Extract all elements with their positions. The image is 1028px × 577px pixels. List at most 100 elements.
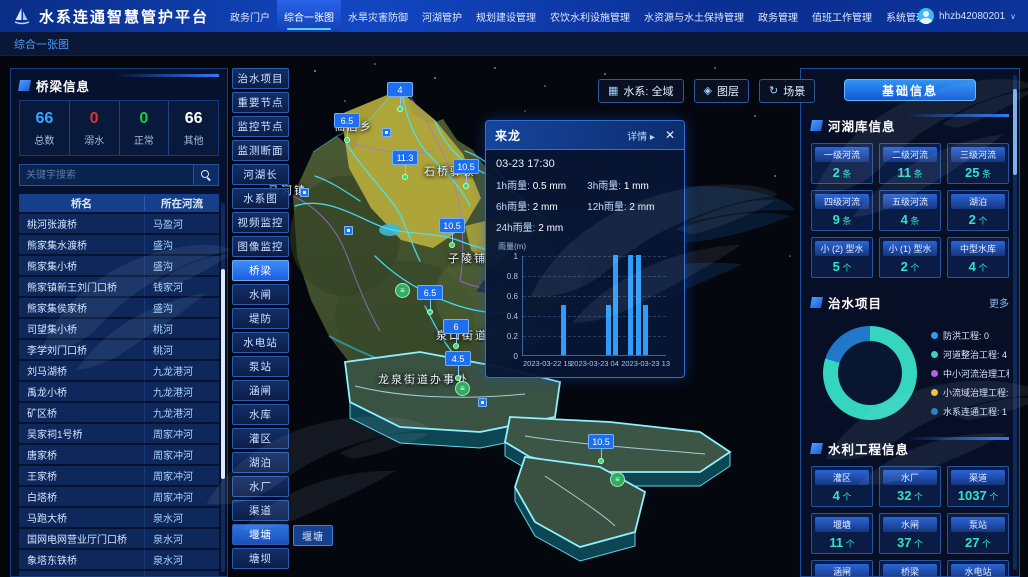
map-badge[interactable]: 6.5 xyxy=(334,113,360,143)
table-row[interactable]: 熊家集小桥盛沟 xyxy=(19,256,219,275)
station-marker[interactable]: ≡ xyxy=(455,381,470,396)
card-value: 11 个 xyxy=(815,535,869,550)
nav-item-2[interactable]: 综合一张图 xyxy=(277,0,341,32)
badge-value: 11.3 xyxy=(392,150,418,165)
nav-item-4[interactable]: 河湖管护 xyxy=(415,0,469,32)
map-badge[interactable]: 4.5 xyxy=(445,351,471,381)
card-label: 桥梁 xyxy=(883,564,937,577)
layer-item-14[interactable]: 涵闸 xyxy=(232,380,289,401)
video-point-marker[interactable] xyxy=(382,128,391,137)
map-badge[interactable]: 6 xyxy=(443,319,469,349)
table-row[interactable]: 马跑大桥泉水河 xyxy=(19,508,219,527)
cell-river-name: 周家冲河 xyxy=(145,489,219,504)
card-unit: 个 xyxy=(979,539,991,549)
river-card-1: 一级河流2 条 xyxy=(811,143,873,184)
cell-river-name: 周家冲河 xyxy=(145,426,219,441)
more-link[interactable]: 更多 xyxy=(989,295,1009,310)
layer-item-8[interactable]: 图像监控 xyxy=(232,236,289,257)
table-row[interactable]: 矿区桥九龙港河 xyxy=(19,403,219,422)
station-marker[interactable]: ≡ xyxy=(610,472,625,487)
table-row[interactable]: 司望集小桥桃河 xyxy=(19,319,219,338)
map-control-3[interactable]: ↻场景 xyxy=(759,79,815,103)
table-row[interactable]: 桃河张渡桥马盈河 xyxy=(19,214,219,233)
basic-info-button[interactable]: 基础信息 xyxy=(844,79,976,101)
cell-river-name: 桃河 xyxy=(145,342,219,357)
table-row[interactable]: 国网电网营业厅门口桥泉水河 xyxy=(19,529,219,548)
section-line xyxy=(906,114,1009,117)
table-row[interactable]: 刘马湖桥九龙港河 xyxy=(19,361,219,380)
video-point-marker[interactable] xyxy=(344,226,353,235)
cell-river-name: 泉水河 xyxy=(145,531,219,546)
layer-item-3[interactable]: 监控节点 xyxy=(232,116,289,137)
layer-item-7[interactable]: 视频监控 xyxy=(232,212,289,233)
nav-item-1[interactable]: 政务门户 xyxy=(223,0,277,32)
table-row[interactable]: 禹龙小桥九龙港河 xyxy=(19,382,219,401)
nav-item-6[interactable]: 农饮水利设施管理 xyxy=(543,0,637,32)
map-badge[interactable]: 6.5 xyxy=(417,285,443,315)
cell-river-name: 钱家河 xyxy=(145,279,219,294)
map-badge[interactable]: 11.3 xyxy=(392,150,418,180)
close-icon[interactable]: ✕ xyxy=(665,128,675,142)
layer-item-16[interactable]: 灌区 xyxy=(232,428,289,449)
breadcrumb: 综合一张图 xyxy=(0,32,1028,56)
breadcrumb-item[interactable]: 综合一张图 xyxy=(14,36,69,52)
map-badge[interactable]: 4 xyxy=(387,82,413,112)
card-unit: 条 xyxy=(979,169,991,179)
layer-item-21[interactable]: 塘坝 xyxy=(232,548,289,569)
table-row[interactable]: 唐家桥周家冲河 xyxy=(19,445,219,464)
panel-scrollbar-thumb[interactable] xyxy=(1013,89,1017,175)
layer-item-13[interactable]: 泵站 xyxy=(232,356,289,377)
table-row[interactable]: 李学刘门口桥桃河 xyxy=(19,340,219,359)
table-row[interactable]: 白塔桥周家冲河 xyxy=(19,487,219,506)
x-tick-label: 2023-03-22 19 xyxy=(523,359,572,368)
search-button[interactable] xyxy=(194,164,219,186)
bridge-stat-4: 66其他 xyxy=(168,101,218,155)
nav-item-3[interactable]: 水旱灾害防御 xyxy=(341,0,415,32)
station-marker[interactable]: ≡ xyxy=(395,283,410,298)
layer-item-11[interactable]: 堤防 xyxy=(232,308,289,329)
panel-scrollbar[interactable] xyxy=(1013,75,1017,570)
bridge-table-body: 桃河张渡桥马盈河熊家集水渡桥盛沟熊家集小桥盛沟熊家镇新王刘门口桥钱家河熊家集侯家… xyxy=(19,214,219,577)
layer-item-18[interactable]: 水厂 xyxy=(232,476,289,497)
layer-item-5[interactable]: 河湖长 xyxy=(232,164,289,185)
table-row[interactable]: 航宇5号提水桥泉水河 xyxy=(19,571,219,577)
map-badge[interactable]: 10.5 xyxy=(588,434,614,464)
layer-item-12[interactable]: 水电站 xyxy=(232,332,289,353)
nav-item-5[interactable]: 规划建设管理 xyxy=(469,0,543,32)
video-point-marker[interactable] xyxy=(300,188,309,197)
video-point-marker[interactable] xyxy=(478,398,487,407)
layer-item-10[interactable]: 水闸 xyxy=(232,284,289,305)
layer-item-9[interactable]: 桥梁 xyxy=(232,260,289,281)
nav-item-7[interactable]: 水资源与水土保持管理 xyxy=(637,0,751,32)
layer-item-2[interactable]: 重要节点 xyxy=(232,92,289,113)
table-row[interactable]: 熊家集侯家桥盛沟 xyxy=(19,298,219,317)
table-scrollbar[interactable] xyxy=(221,203,225,572)
map-badge[interactable]: 10.5 xyxy=(439,218,465,248)
user-menu[interactable]: hhzb42080201 ∨ xyxy=(918,8,1028,24)
layer-item-1[interactable]: 治水项目 xyxy=(232,68,289,89)
map-control-2[interactable]: ◈图层 xyxy=(694,79,749,103)
popup-title: 来龙 xyxy=(495,127,521,144)
layer-item-20[interactable]: 堰塘堰塘 xyxy=(232,524,289,545)
table-row[interactable]: 熊家镇新王刘门口桥钱家河 xyxy=(19,277,219,296)
table-scrollbar-thumb[interactable] xyxy=(221,269,225,479)
layer-item-4[interactable]: 监测断面 xyxy=(232,140,289,161)
layer-item-17[interactable]: 湖泊 xyxy=(232,452,289,473)
layer-item-15[interactable]: 水库 xyxy=(232,404,289,425)
table-row[interactable]: 象塔东铁桥泉水河 xyxy=(19,550,219,569)
layer-item-6[interactable]: 水系图 xyxy=(232,188,289,209)
table-row[interactable]: 熊家集水渡桥盛沟 xyxy=(19,235,219,254)
search-input[interactable] xyxy=(19,164,194,186)
nav-item-8[interactable]: 政务管理 xyxy=(751,0,805,32)
layer-item-19[interactable]: 渠道 xyxy=(232,500,289,521)
detail-link[interactable]: 详情 ▸ xyxy=(627,128,655,143)
map-badge[interactable]: 10.5 xyxy=(453,159,479,189)
nav-item-9[interactable]: 值班工作管理 xyxy=(805,0,879,32)
project-donut xyxy=(823,326,917,420)
table-row[interactable]: 吴家祠1号桥周家冲河 xyxy=(19,424,219,443)
card-value: 5 个 xyxy=(815,259,869,274)
layer-tooltip: 堰塘 xyxy=(293,525,333,546)
table-row[interactable]: 王家桥周家冲河 xyxy=(19,466,219,485)
cell-river-name: 盛沟 xyxy=(145,237,219,252)
map-control-1[interactable]: ▦水系: 全域 xyxy=(598,79,684,103)
